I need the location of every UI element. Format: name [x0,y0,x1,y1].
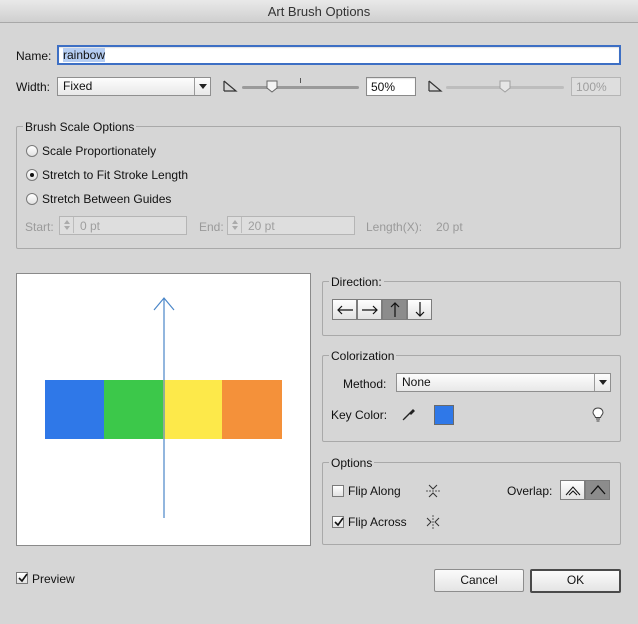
cancel-button[interactable]: Cancel [434,569,524,592]
options-group [322,462,621,545]
width-variation-input: 100% [571,77,621,96]
overlap-none-button[interactable] [585,480,610,500]
width-slider-tick [300,78,301,83]
end-label: End: [199,220,224,234]
width-select-value: Fixed [63,79,93,93]
flip-across-checkbox[interactable] [332,516,344,528]
chevron-down-icon [594,374,610,391]
length-value: 20 pt [436,220,463,234]
length-label: Length(X): [366,220,423,234]
start-value: 0 pt [80,219,101,233]
overlap-none-icon [590,485,605,495]
method-label: Method: [343,377,387,391]
name-label: Name: [16,49,52,63]
overlap-label: Overlap: [507,484,553,498]
width-slider-track[interactable] [242,86,359,89]
width-variation-slider-thumb [499,80,511,93]
method-select[interactable]: None [396,373,611,392]
name-input-value: rainbow [63,48,106,62]
overlap-adjust-icon [565,486,580,496]
end-input: 20 pt [227,216,355,235]
direction-down-button[interactable] [407,299,432,320]
radio-stretch-to-fit-label[interactable]: Stretch to Fit Stroke Length [42,168,188,182]
radio-stretch-between-guides-label[interactable]: Stretch Between Guides [42,192,171,206]
flip-across-icon [426,515,440,529]
arrow-right-icon [361,305,378,314]
radio-scale-proportionately[interactable] [26,145,38,157]
width-variation-value: 100% [576,80,607,94]
brush-preview [16,273,311,546]
preview-swatch-orange [222,380,282,439]
width-max-icon [428,80,443,92]
arrow-up-icon [390,302,399,317]
width-min-icon [223,80,238,92]
lightbulb-icon[interactable] [592,407,604,423]
checkmark-icon [334,517,344,527]
direction-up-button[interactable] [382,299,407,320]
window-titlebar: Art Brush Options [0,0,638,23]
width-select[interactable]: Fixed [57,77,211,96]
name-input[interactable]: rainbow [57,45,621,65]
radio-stretch-to-fit[interactable] [26,169,38,181]
colorization-title: Colorization [329,349,397,363]
arrow-down-icon [415,302,424,317]
flip-along-checkbox[interactable] [332,485,344,497]
width-label: Width: [16,80,51,94]
preview-swatch-blue [45,380,104,439]
chevron-down-icon [194,78,210,95]
direction-arrow-icon [153,297,175,518]
key-color-label: Key Color: [331,408,388,422]
end-stepper [228,217,242,233]
ok-button[interactable]: OK [530,569,621,593]
end-value: 20 pt [248,219,275,233]
key-color-swatch[interactable] [434,405,454,425]
flip-along-label[interactable]: Flip Along [348,484,401,498]
width-value-input[interactable]: 50% [366,77,416,96]
overlap-adjust-button[interactable] [560,480,585,500]
direction-left-button[interactable] [332,299,357,320]
width-value: 50% [371,80,396,94]
brush-scale-title: Brush Scale Options [23,120,137,134]
options-title: Options [329,456,375,470]
colorization-group [322,355,621,442]
direction-title: Direction: [329,275,384,289]
method-select-value: None [402,375,431,389]
eyedropper-icon[interactable] [401,406,417,422]
flip-across-label[interactable]: Flip Across [348,515,407,529]
preview-checkbox[interactable] [16,572,28,584]
width-slider-thumb[interactable] [266,80,278,93]
radio-scale-proportionately-label[interactable]: Scale Proportionately [42,144,156,158]
window-title: Art Brush Options [267,4,371,19]
start-label: Start: [25,220,54,234]
flip-along-icon [426,484,440,498]
direction-right-button[interactable] [357,299,382,320]
preview-label[interactable]: Preview [32,572,75,586]
start-stepper [60,217,74,233]
arrow-left-icon [336,305,353,314]
checkmark-icon [18,573,28,583]
radio-stretch-between-guides[interactable] [26,193,38,205]
start-input: 0 pt [59,216,187,235]
